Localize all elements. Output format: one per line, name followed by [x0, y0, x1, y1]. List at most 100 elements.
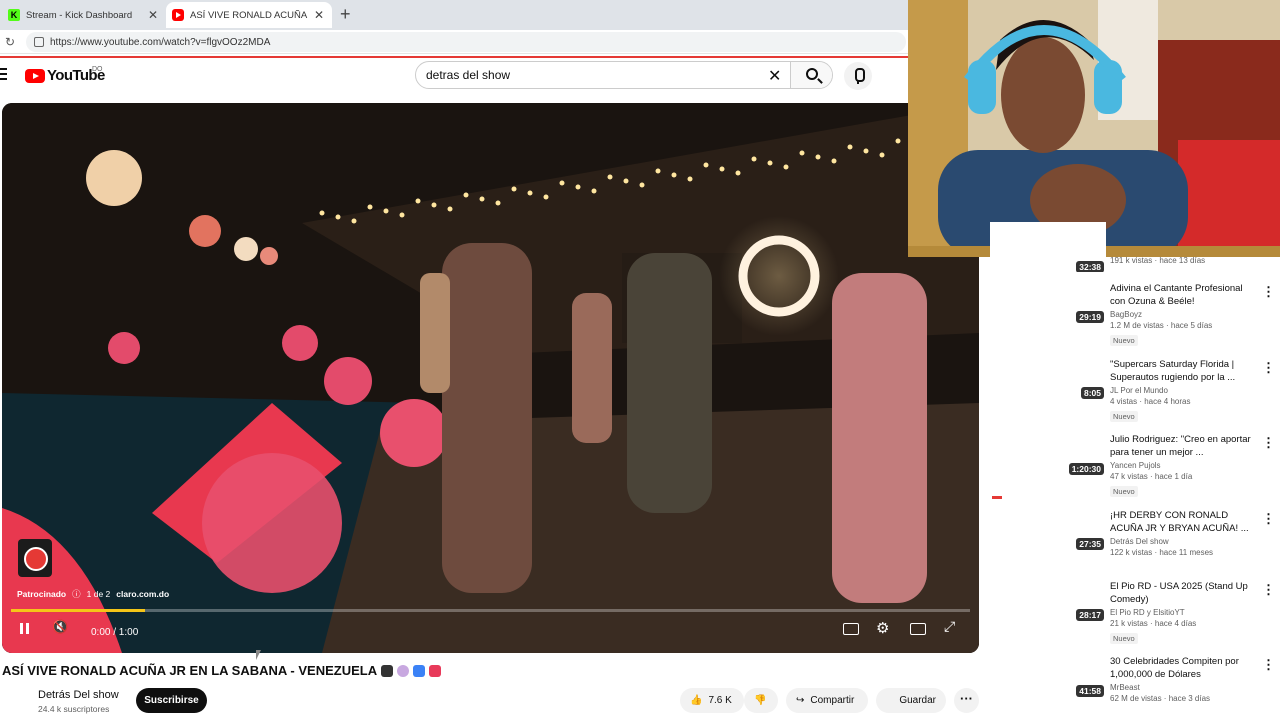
video-thumbnail[interactable]: [990, 570, 1106, 634]
channel-name[interactable]: Detrás Del show: [38, 689, 119, 701]
recommendation-channel[interactable]: MrBeast: [1110, 683, 1260, 692]
share-label: Compartir: [810, 695, 855, 706]
subtitles-button[interactable]: [843, 623, 859, 635]
search-icon: [806, 68, 818, 80]
fullscreen-icon[interactable]: ⤢: [944, 618, 955, 635]
reload-icon[interactable]: ↻: [5, 35, 15, 49]
recommendation-channel[interactable]: Detrás Del show: [1110, 537, 1260, 546]
video-thumbnail[interactable]: [990, 424, 1106, 488]
emoji-icon: [429, 664, 442, 677]
site-info-icon[interactable]: [34, 37, 44, 47]
more-options-icon[interactable]: ⋮: [1262, 657, 1275, 673]
recommendation-title[interactable]: Julio Rodriguez: "Creo en aportar para t…: [1110, 433, 1260, 459]
recommendation-title[interactable]: "Supercars Saturday Florida | Superautos…: [1110, 358, 1260, 384]
ad-count: 1 de 2: [86, 589, 111, 599]
theater-mode-button[interactable]: [910, 623, 926, 635]
save-label: Guardar: [899, 695, 936, 706]
url-field[interactable]: https://www.youtube.com/watch?v=flgvOOz2…: [26, 32, 906, 52]
youtube-icon: [172, 9, 184, 21]
recommendation-item[interactable]: Adivina el Cantante Profesional con Ozun…: [1110, 282, 1260, 348]
thumbs-up-icon: 👍: [690, 695, 703, 706]
recommendation-title[interactable]: Adivina el Cantante Profesional con Ozun…: [1110, 282, 1260, 308]
recommendation-item[interactable]: "Supercars Saturday Florida | Superautos…: [1110, 358, 1260, 424]
recommendation-item[interactable]: El Pio RD - USA 2025 (Stand Up Comedy) El…: [1110, 580, 1260, 646]
share-icon: ↪: [796, 695, 805, 706]
browser-tab-bar: K Stream - Kick Dashboard ✕ ASÍ VIVE RON…: [0, 0, 908, 30]
search-button[interactable]: [790, 62, 832, 88]
video-player[interactable]: Patrocinado ⓘ 1 de 2 claro.com.do 🔇 0:00…: [2, 103, 979, 653]
recommendation-channel[interactable]: Yancen Pujols: [1110, 461, 1260, 470]
recommendation-title[interactable]: El Pio RD - USA 2025 (Stand Up Comedy): [1110, 580, 1260, 606]
video-thumbnail[interactable]: [990, 348, 1106, 412]
close-icon[interactable]: ✕: [146, 8, 160, 22]
recommendation-channel[interactable]: El Pio RD y ElsitioYT: [1110, 608, 1260, 617]
more-options-icon[interactable]: ⋮: [1262, 582, 1275, 598]
tab-youtube-video[interactable]: ASÍ VIVE RONALD ACUÑA JR EN LA ✕: [166, 2, 332, 28]
more-options-icon[interactable]: ⋮: [1262, 511, 1275, 527]
youtube-play-icon: [25, 68, 45, 83]
video-duration: 28:17: [1076, 609, 1104, 621]
video-thumbnail[interactable]: [990, 499, 1106, 563]
recommendation-title[interactable]: ¡HR DERBY CON RONALD ACUÑA JR Y BRYAN AC…: [1110, 509, 1260, 535]
emoji-icon: [397, 664, 410, 677]
save-button[interactable]: Guardar: [876, 688, 946, 713]
like-button[interactable]: 👍 7.6 K: [680, 688, 744, 713]
share-button[interactable]: ↪ Compartir: [786, 688, 868, 713]
emoji-icon: [381, 664, 394, 677]
recommendation-item[interactable]: ¡HR DERBY CON RONALD ACUÑA JR Y BRYAN AC…: [1110, 509, 1260, 557]
close-icon[interactable]: ✕: [312, 8, 326, 22]
tab-kick-dashboard[interactable]: K Stream - Kick Dashboard ✕: [4, 2, 164, 28]
kick-icon: K: [8, 9, 20, 21]
subscribe-button[interactable]: Suscribirse: [136, 688, 207, 713]
webcam-overlay: [908, 0, 1280, 257]
more-actions-button[interactable]: ···: [954, 688, 979, 713]
recommendation-views: 21 k vistas · hace 4 días: [1110, 619, 1197, 628]
video-duration: 41:58: [1076, 685, 1104, 697]
ad-label: Patrocinado: [17, 589, 67, 599]
advertiser-logo[interactable]: [18, 539, 52, 577]
menu-icon[interactable]: [0, 68, 7, 80]
info-icon[interactable]: ⓘ: [72, 588, 81, 600]
new-badge: Nuevo: [1110, 486, 1138, 497]
more-options-icon[interactable]: ⋮: [1262, 435, 1275, 451]
new-badge: Nuevo: [1110, 633, 1138, 644]
recommendation-item[interactable]: Julio Rodriguez: "Creo en aportar para t…: [1110, 433, 1260, 499]
video-duration: 27:35: [1076, 538, 1104, 550]
recommendation-views: 62 M de vistas · hace 3 días: [1110, 694, 1211, 703]
recommendation-views: 1.2 M de vistas · hace 5 días: [1110, 321, 1213, 330]
progress-bar[interactable]: [11, 609, 970, 612]
voice-search-icon[interactable]: [844, 62, 872, 90]
more-options-icon[interactable]: ⋮: [1262, 360, 1275, 376]
country-code: DO: [92, 66, 103, 73]
video-frame: [2, 103, 979, 653]
recommendation-views: 47 k vistas · hace 1 día: [1110, 472, 1193, 481]
webcam-image: [908, 0, 1280, 257]
recommendation-channel[interactable]: BagBoyz: [1110, 310, 1260, 319]
tab-label: Stream - Kick Dashboard: [26, 9, 133, 21]
video-title: ASÍ VIVE RONALD ACUÑA JR EN LA SABANA - …: [2, 663, 442, 678]
tab-label: ASÍ VIVE RONALD ACUÑA JR EN LA: [190, 9, 308, 21]
ad-domain[interactable]: claro.com.do: [116, 589, 169, 599]
subscriber-count: 24.4 k suscriptores: [38, 704, 110, 714]
pause-button[interactable]: [20, 623, 30, 634]
more-options-icon[interactable]: ⋮: [1262, 284, 1275, 300]
settings-icon[interactable]: ⚙: [876, 619, 889, 637]
thumbs-down-icon: 👎: [754, 695, 767, 706]
dislike-button[interactable]: 👎: [744, 688, 778, 713]
search-input[interactable]: [426, 62, 756, 88]
new-tab-button[interactable]: +: [340, 4, 351, 24]
emoji-icon: [413, 664, 426, 677]
video-thumbnail[interactable]: [990, 272, 1106, 336]
recommendation-title[interactable]: 30 Celebridades Compiten por 1,000,000 d…: [1110, 655, 1260, 681]
progress-fill: [11, 609, 146, 612]
loading-bar: [0, 56, 908, 58]
mute-button[interactable]: 🔇: [52, 619, 68, 635]
clear-search-icon[interactable]: ✕: [768, 66, 781, 86]
new-badge: Nuevo: [1110, 411, 1138, 422]
recommendation-item[interactable]: 191 k vistas · hace 13 días: [1110, 254, 1260, 265]
video-duration: 29:19: [1076, 311, 1104, 323]
video-thumbnail[interactable]: [990, 646, 1106, 710]
recommendation-channel[interactable]: JL Por el Mundo: [1110, 386, 1260, 395]
recommendation-item[interactable]: 30 Celebridades Compiten por 1,000,000 d…: [1110, 655, 1260, 703]
address-bar: ↻ https://www.youtube.com/watch?v=flgvOO…: [0, 30, 908, 54]
